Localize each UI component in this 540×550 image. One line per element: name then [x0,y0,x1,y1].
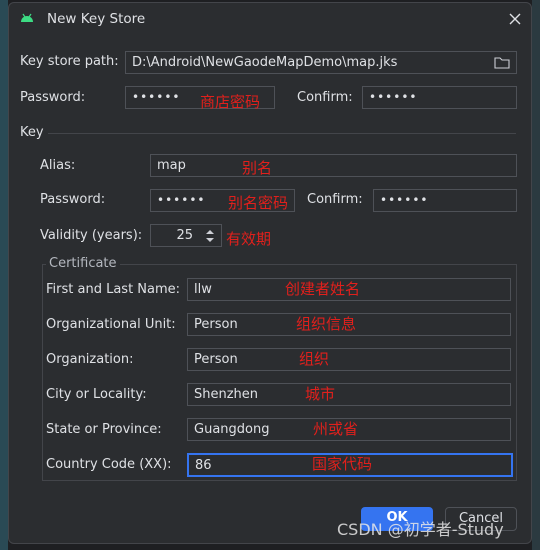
cert-field-annotation: 创建者姓名 [285,280,361,298]
cert-field-annotation: 组织信息 [296,315,357,333]
cert-field-input[interactable]: Shenzhen [187,383,511,406]
android-icon [21,13,33,22]
cert-field-label: First and Last Name: [46,282,181,297]
annotation-alias: 别名 [242,159,273,177]
folder-icon[interactable] [494,56,510,69]
store-confirm-input[interactable]: •••••• [362,86,517,109]
key-store-path-input[interactable]: D:\Android\NewGaodeMapDemo\map.jks [125,51,517,74]
alias-input[interactable]: map [150,154,517,177]
key-confirm-input[interactable]: •••••• [373,189,517,212]
key-divider [48,133,516,134]
store-password-label: Password: [20,90,86,105]
cert-field-label: Country Code (XX): [46,457,172,472]
cert-field-label: City or Locality: [46,387,147,402]
key-confirm-label: Confirm: [307,192,363,207]
key-section-label: Key [20,125,44,140]
cert-field-label: Organization: [46,352,134,367]
background-left [0,0,8,550]
key-password-label: Password: [40,192,106,207]
cert-field-label: State or Province: [46,422,162,437]
store-confirm-label: Confirm: [297,90,353,105]
annotation-store-password: 商店密码 [200,93,261,111]
dialog-title: New Key Store [47,11,146,27]
key-store-path-label: Key store path: [20,54,119,69]
annotation-key-password: 别名密码 [228,194,289,212]
key-store-path-value: D:\Android\NewGaodeMapDemo\map.jks [132,55,398,70]
close-icon[interactable] [509,13,521,25]
watermark: CSDN @初学者-Study [337,520,504,539]
alias-label: Alias: [40,158,76,173]
background-right [532,0,540,550]
cert-field-annotation: 州或省 [313,420,359,438]
cert-field-input[interactable]: Person [187,348,511,371]
cert-field-label: Organizational Unit: [46,317,176,332]
cert-field-annotation: 组织 [299,350,330,368]
annotation-validity: 有效期 [226,230,272,248]
spinner-arrows-icon[interactable] [203,227,217,245]
validity-label: Validity (years): [40,228,143,243]
cert-field-annotation: 城市 [305,385,336,403]
cert-field-annotation: 国家代码 [312,455,373,473]
certificate-group-label: Certificate [46,256,120,272]
